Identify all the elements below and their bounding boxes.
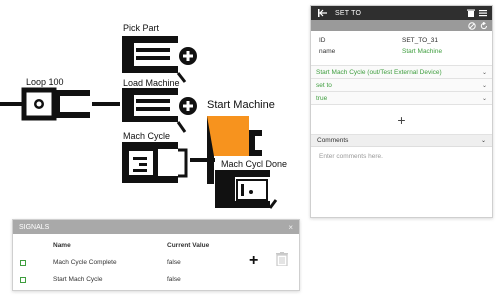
value-select[interactable]: true ⌄ xyxy=(311,92,492,105)
prop-row-id: ID SET_TO_31 xyxy=(311,35,492,46)
signals-panel: SIGNALS × Name Current Value Mach Cycle … xyxy=(12,219,300,291)
column-header-name: Name xyxy=(53,242,71,249)
prop-value-name[interactable]: Start Machine xyxy=(402,48,442,55)
signals-header[interactable]: SIGNALS × xyxy=(13,220,299,234)
node-label-start: Start Machine xyxy=(207,99,275,111)
chevron-down-icon: ⌄ xyxy=(481,82,487,89)
menu-icon[interactable] xyxy=(478,8,488,18)
loop-node[interactable] xyxy=(21,87,90,121)
collapse-panel-icon[interactable] xyxy=(317,8,327,18)
value-select-value: true xyxy=(316,94,328,102)
set-to-title-bar[interactable]: SET TO xyxy=(311,6,492,20)
prop-value-id: SET_TO_31 xyxy=(402,37,439,44)
signal-name: Start Mach Cycle xyxy=(53,276,103,283)
close-icon[interactable]: × xyxy=(288,223,293,232)
load-machine-node[interactable] xyxy=(122,88,187,133)
comments-field[interactable]: Enter comments here. xyxy=(311,147,492,166)
node-label-pick: Pick Part xyxy=(123,23,160,33)
mach-cycl-done-node[interactable] xyxy=(215,170,278,209)
row-checkbox[interactable] xyxy=(20,277,26,283)
node-label-load: Load Machine xyxy=(123,78,180,88)
set-to-title: SET TO xyxy=(335,9,362,17)
signals-title: SIGNALS xyxy=(19,223,50,231)
set-to-panel: SET TO ID SET_TO_31 name Start Machine S… xyxy=(310,5,493,218)
reset-icon[interactable] xyxy=(479,21,488,30)
prop-key: ID xyxy=(319,37,326,44)
set-to-toolbar xyxy=(311,20,492,31)
signal-value: false xyxy=(167,276,181,283)
prop-key: name xyxy=(319,48,336,55)
mach-cycle-node[interactable] xyxy=(122,142,188,183)
node-label-done: Mach Cycl Done xyxy=(221,159,288,169)
add-node-button[interactable] xyxy=(179,47,197,65)
signal-value: false xyxy=(167,259,181,266)
chevron-down-icon: ⌄ xyxy=(481,95,487,102)
chevron-down-icon: ⌄ xyxy=(480,138,486,144)
trash-icon[interactable] xyxy=(276,252,288,271)
plus-icon: + xyxy=(397,111,406,128)
trash-icon[interactable] xyxy=(466,8,476,18)
signal-select[interactable]: Start Mach Cycle (out/Test External Devi… xyxy=(311,66,492,79)
comments-header[interactable]: Comments ⌄ xyxy=(311,135,492,147)
signal-name: Mach Cycle Complete xyxy=(53,259,117,266)
node-label-mach: Mach Cycle xyxy=(123,131,171,141)
table-row[interactable]: Mach Cycle Complete false xyxy=(13,258,243,270)
chevron-down-icon: ⌄ xyxy=(481,69,487,76)
add-node-button[interactable] xyxy=(179,97,197,115)
add-signal-button[interactable]: + xyxy=(249,253,258,269)
add-condition-button[interactable]: + xyxy=(311,105,492,135)
operation-select-value: set to xyxy=(316,81,332,89)
pick-part-node[interactable] xyxy=(122,36,187,83)
row-checkbox[interactable] xyxy=(20,260,26,266)
signal-select-value: Start Mach Cycle (out/Test External Devi… xyxy=(316,68,442,76)
table-row[interactable]: Start Mach Cycle false xyxy=(13,275,243,287)
prop-row-name: name Start Machine xyxy=(311,46,492,57)
comments-label: Comments xyxy=(317,137,349,144)
node-label-loop: Loop 100 xyxy=(26,77,64,87)
column-header-value: Current Value xyxy=(167,242,210,249)
operation-select[interactable]: set to ⌄ xyxy=(311,79,492,92)
disable-icon[interactable] xyxy=(467,21,476,30)
